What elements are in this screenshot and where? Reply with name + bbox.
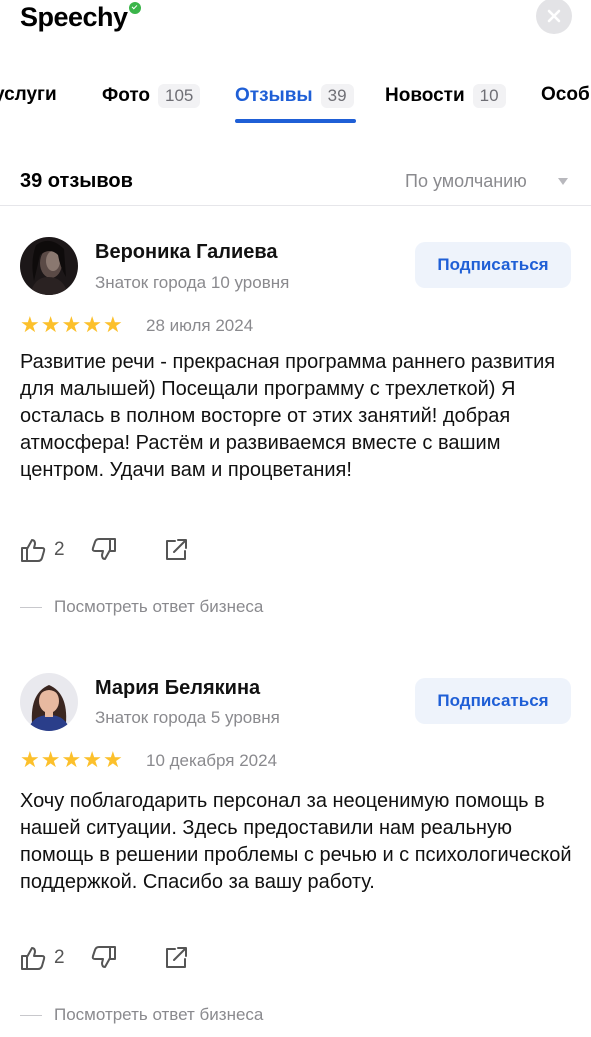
- author-level: Знаток города 10 уровня: [95, 273, 290, 292]
- review-actions: 2: [18, 535, 191, 565]
- tab-label: Новости: [385, 85, 465, 106]
- star-icon: ★: [40, 312, 61, 337]
- sort-dropdown[interactable]: По умолчанию: [405, 171, 527, 192]
- dislike-button[interactable]: [89, 535, 119, 565]
- dash-divider: [20, 606, 42, 608]
- thumbs-up-icon: [21, 947, 46, 970]
- share-button[interactable]: [161, 943, 191, 973]
- reviews-count: 39 отзывов: [20, 170, 133, 192]
- avatar-image: [20, 673, 78, 731]
- star-icon: ★: [102, 747, 123, 772]
- tab-news[interactable]: Новости 10: [385, 84, 506, 108]
- tab-features[interactable]: Особ: [541, 84, 590, 106]
- review-date: 10 декабря 2024: [146, 751, 278, 770]
- avatar-image: [20, 237, 78, 295]
- review-actions: 2: [18, 943, 191, 973]
- review-author[interactable]: Вероника Галиева: [95, 241, 278, 264]
- tab-label: Особ: [541, 84, 590, 105]
- like-button[interactable]: [18, 943, 48, 973]
- reviews-header: 39 отзывов По умолчанию: [0, 160, 591, 202]
- like-count: 2: [54, 947, 65, 968]
- reply-link-label: Посмотреть ответ бизнеса: [54, 1005, 264, 1024]
- share-icon: [165, 947, 187, 968]
- star-icon: ★: [82, 747, 102, 772]
- share-icon: [165, 539, 187, 560]
- top-bar: Speechy: [0, 0, 591, 60]
- brand-name: Speechy: [20, 2, 128, 32]
- rating-stars: ★ ★ ★ ★ ★: [20, 314, 123, 336]
- star-icon: ★: [40, 747, 61, 772]
- dash-divider: [20, 1014, 42, 1016]
- review-date: 28 июля 2024: [146, 316, 254, 335]
- star-icon: ★: [20, 312, 40, 337]
- star-icon: ★: [61, 312, 82, 337]
- tab-reviews[interactable]: Отзывы 39: [235, 84, 354, 108]
- tab-services[interactable]: услуги: [0, 84, 57, 106]
- tab-count-badge: 105: [158, 84, 201, 108]
- business-reply-link[interactable]: Посмотреть ответ бизнеса: [20, 597, 263, 617]
- close-button[interactable]: [536, 0, 572, 34]
- chevron-down-icon[interactable]: [558, 178, 568, 185]
- star-icon: ★: [102, 312, 123, 337]
- avatar[interactable]: [20, 673, 78, 731]
- subscribe-button[interactable]: Подписаться: [415, 242, 571, 288]
- review-author[interactable]: Мария Белякина: [95, 677, 260, 700]
- divider: [0, 205, 591, 206]
- review-text: Развитие речи - прекрасная программа ран…: [20, 351, 556, 481]
- thumbs-up-icon: [21, 539, 46, 562]
- rating-stars: ★ ★ ★ ★ ★: [20, 749, 123, 771]
- reply-link-label: Посмотреть ответ бизнеса: [54, 597, 264, 616]
- like-count: 2: [54, 539, 65, 560]
- tab-count-badge: 10: [472, 84, 506, 108]
- close-icon: [547, 9, 561, 23]
- tab-label: Отзывы: [235, 85, 313, 106]
- star-icon: ★: [61, 747, 82, 772]
- tab-count-badge: 39: [320, 84, 354, 108]
- star-icon: ★: [20, 747, 40, 772]
- dislike-button[interactable]: [89, 943, 119, 973]
- subscribe-button[interactable]: Подписаться: [415, 678, 571, 724]
- share-button[interactable]: [161, 535, 191, 565]
- star-icon: ★: [82, 312, 102, 337]
- avatar[interactable]: [20, 237, 78, 295]
- tab-label: услуги: [0, 84, 57, 105]
- verified-icon: [128, 2, 141, 14]
- review-text: Хочу поблагодарить персонал за неоцениму…: [20, 790, 572, 893]
- app-logo[interactable]: Speechy: [20, 2, 141, 33]
- tab-bar: услуги Фото 105 Отзывы 39 Новости 10 Осо…: [0, 78, 591, 128]
- active-tab-indicator: [235, 119, 356, 123]
- tab-photos[interactable]: Фото 105: [102, 84, 201, 108]
- business-reply-link[interactable]: Посмотреть ответ бизнеса: [20, 1005, 263, 1025]
- like-button[interactable]: [18, 535, 48, 565]
- thumbs-down-icon: [91, 946, 116, 968]
- tab-label: Фото: [102, 85, 151, 106]
- author-level: Знаток города 5 уровня: [95, 708, 280, 727]
- thumbs-down-icon: [91, 538, 116, 560]
